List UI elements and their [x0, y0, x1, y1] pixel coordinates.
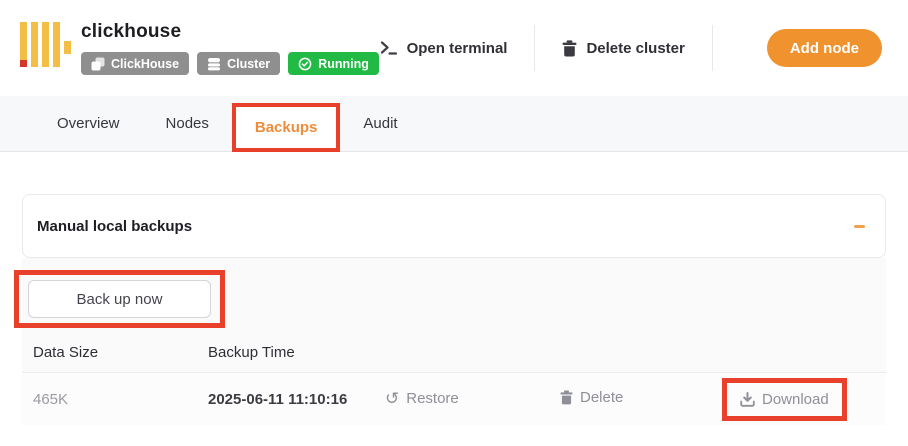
open-terminal-label: Open terminal [407, 40, 508, 57]
cluster-mode-badge: Cluster [197, 52, 280, 75]
database-icon [207, 57, 221, 71]
manual-backups-panel: Manual local backups Back up now Data Si… [22, 194, 886, 425]
download-icon [740, 392, 755, 407]
tab-backups[interactable]: Backups [232, 103, 341, 152]
trash-icon [560, 390, 573, 405]
data-size-value: 465K [33, 391, 208, 408]
terminal-icon [380, 40, 398, 56]
add-node-button[interactable]: Add node [767, 29, 882, 67]
annotation-box-backup-now: Back up now [14, 270, 225, 328]
check-circle-icon [298, 57, 312, 71]
restore-label: Restore [406, 390, 459, 407]
delete-cluster-button[interactable]: Delete cluster [562, 40, 684, 57]
back-up-now-button[interactable]: Back up now [28, 280, 211, 318]
backups-table-header: Data Size Backup Time [22, 332, 886, 372]
badge-label: Running [318, 57, 369, 71]
badges: ClickHouse Cluster [81, 52, 379, 75]
title-block: clickhouse ClickHouse [81, 21, 379, 75]
open-terminal-button[interactable]: Open terminal [380, 40, 508, 57]
tab-nodes[interactable]: Nodes [143, 96, 232, 151]
download-label: Download [762, 391, 829, 408]
collapse-minus-icon[interactable] [854, 225, 865, 228]
column-header-data-size: Data Size [33, 344, 208, 361]
delete-label: Delete [580, 389, 623, 406]
header-divider [534, 25, 535, 71]
restore-icon: ↺ [385, 390, 399, 407]
tab-bar: Overview Nodes Backups Audit [0, 96, 908, 152]
status-badge-running: Running [288, 52, 379, 75]
cluster-header: clickhouse ClickHouse [0, 0, 908, 96]
cluster-title: clickhouse [81, 21, 379, 43]
backup-time-value: 2025-06-11 11:10:16 [208, 391, 385, 408]
badge-label: ClickHouse [111, 57, 179, 71]
header-actions: Open terminal Delete cluster Add node [380, 25, 882, 71]
copies-icon [91, 57, 105, 71]
clickhouse-type-badge: ClickHouse [81, 52, 189, 75]
annotation-box-download: Download [722, 378, 847, 421]
backup-table-row: 465K 2025-06-11 11:10:16 ↺ Restore [22, 373, 886, 425]
tab-audit[interactable]: Audit [340, 96, 420, 151]
delete-action[interactable]: Delete [560, 389, 623, 406]
clickhouse-logo-icon [20, 19, 72, 77]
trash-icon [562, 40, 577, 57]
badge-label: Cluster [227, 57, 270, 71]
header-divider [712, 25, 713, 71]
manual-backups-panel-body: Back up now Data Size Backup Time 465K 2… [22, 258, 886, 425]
download-action[interactable]: Download [740, 391, 829, 408]
tab-overview[interactable]: Overview [34, 96, 143, 151]
delete-cluster-label: Delete cluster [586, 40, 684, 57]
manual-backups-panel-header[interactable]: Manual local backups [22, 194, 886, 258]
column-header-backup-time: Backup Time [208, 344, 385, 361]
brand: clickhouse ClickHouse [20, 19, 379, 77]
panel-title: Manual local backups [37, 218, 192, 235]
restore-action[interactable]: ↺ Restore [385, 390, 459, 407]
